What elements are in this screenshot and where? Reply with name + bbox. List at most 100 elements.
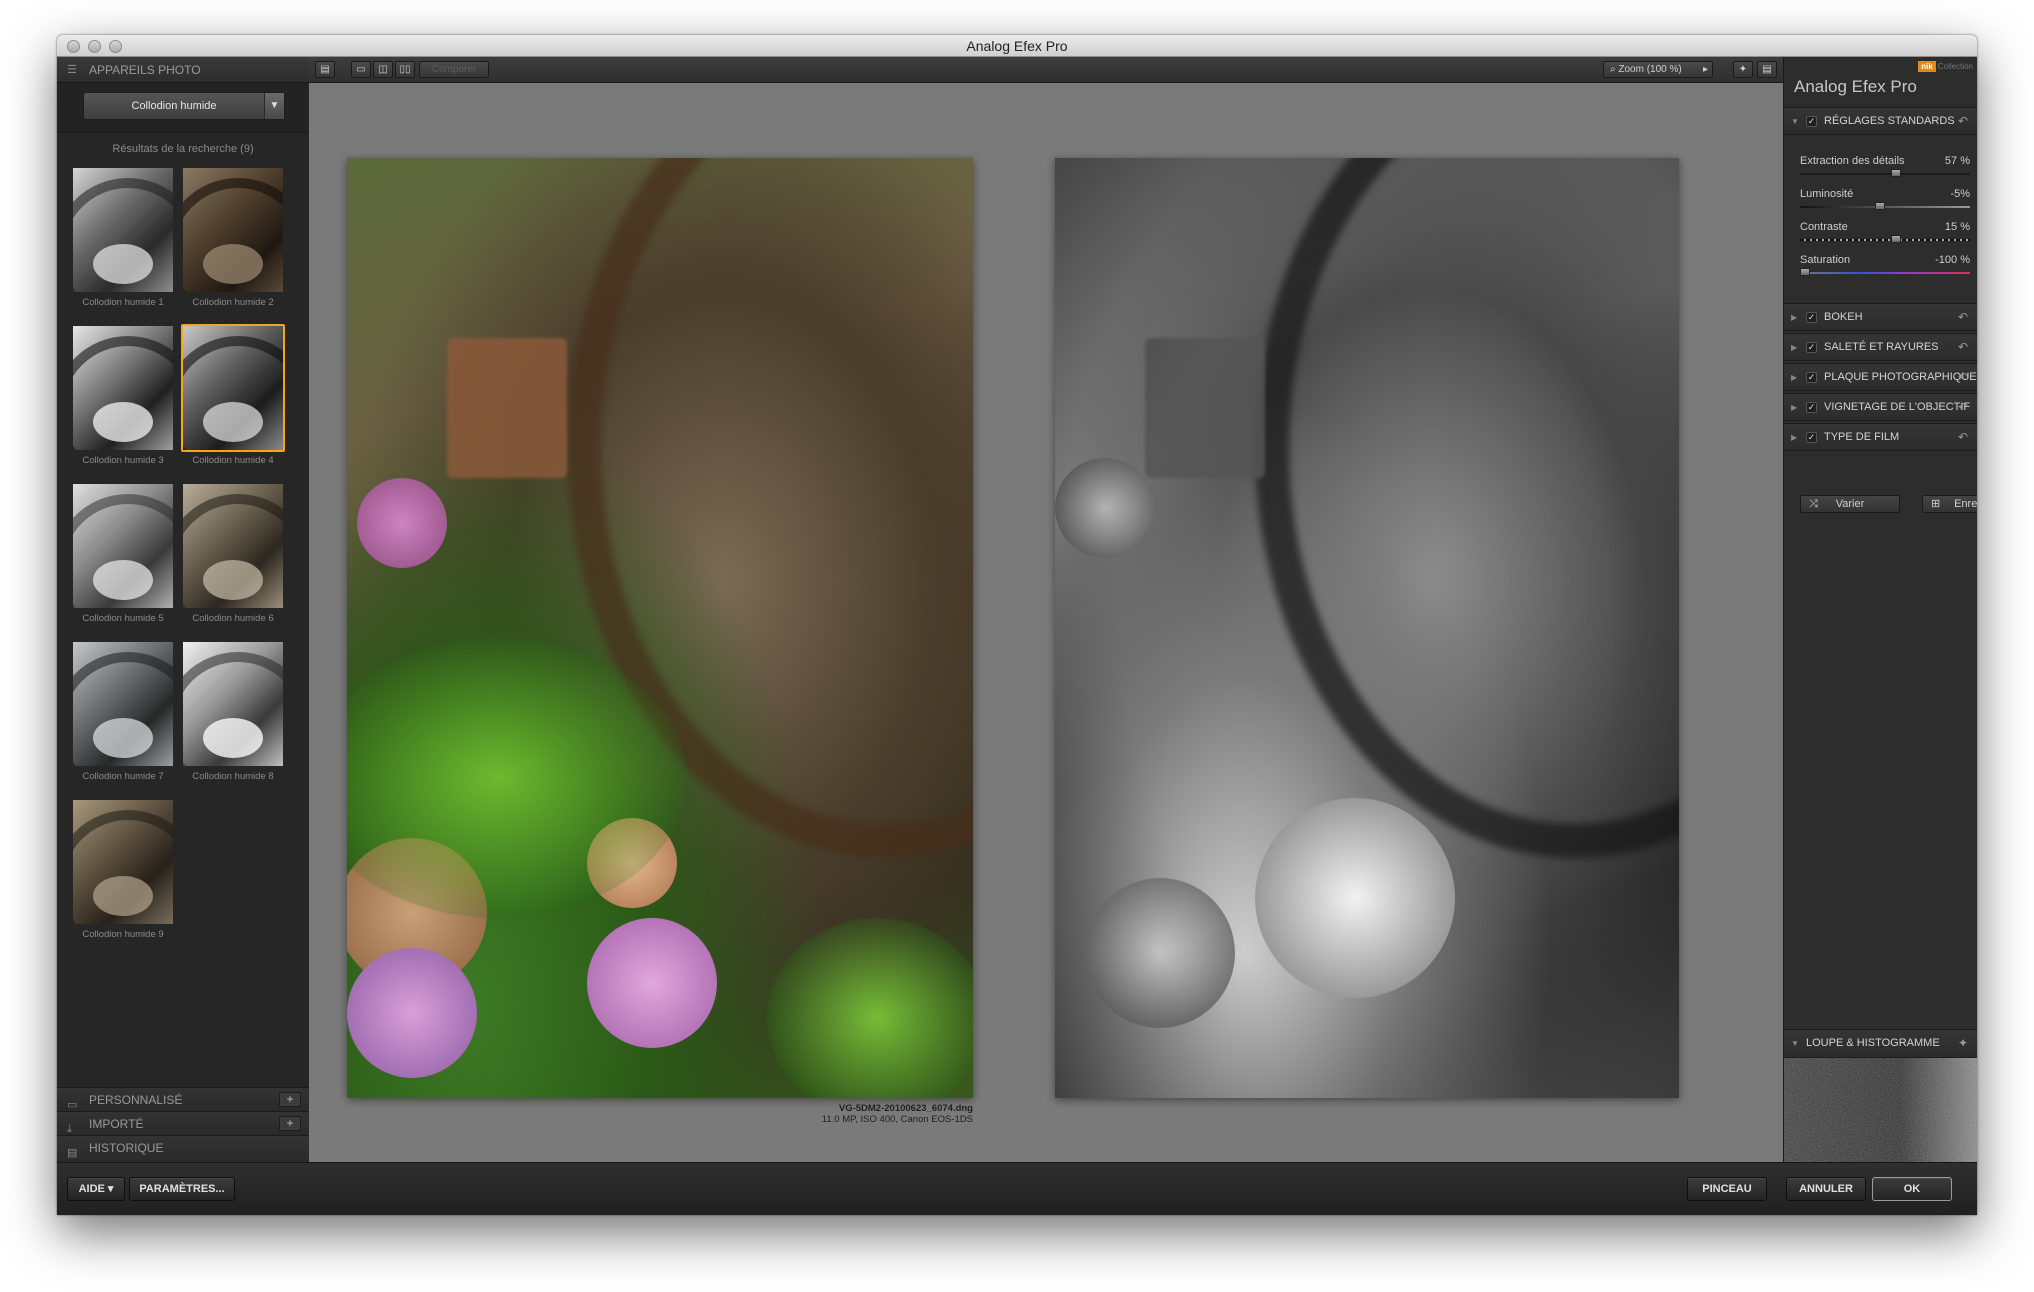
slider-saturation[interactable]: Saturation -100 % bbox=[1800, 254, 1970, 276]
toggle-right-panel-button[interactable]: ▤ bbox=[1757, 61, 1777, 78]
triangle-right-icon: ▶ bbox=[1791, 433, 1798, 442]
flower-shape bbox=[357, 478, 447, 568]
thumbnail-label: Collodion humide 8 bbox=[192, 771, 274, 782]
filename: VG-5DM2-20100623_6074.dng bbox=[838, 1103, 973, 1114]
section-enable-checkbox[interactable]: ✓ bbox=[1806, 432, 1817, 443]
preset-thumbnail[interactable] bbox=[71, 798, 175, 926]
loupe-tool-icon[interactable]: ✦ bbox=[1733, 61, 1753, 78]
save-label: Enregistrer bbox=[1954, 498, 1977, 510]
custom-section-header[interactable]: ▭ PERSONNALISÉ + bbox=[57, 1087, 309, 1111]
zoom-control[interactable]: ⌕ Zoom (100 %) ▸ bbox=[1603, 61, 1713, 78]
section-lens-vignette[interactable]: ▶ ✓ VIGNETAGE DE L'OBJECTIF ↶ bbox=[1784, 393, 1977, 421]
preset-thumbnail[interactable] bbox=[181, 640, 285, 768]
imported-section-header[interactable]: ⤓ IMPORTÉ + bbox=[57, 1111, 309, 1135]
reset-icon[interactable]: ↶ bbox=[1958, 304, 1968, 331]
slider-track[interactable] bbox=[1800, 272, 1970, 274]
split-view-icon[interactable]: ◫ bbox=[373, 61, 393, 78]
processed-image[interactable] bbox=[1055, 158, 1679, 1098]
foliage-shape bbox=[767, 918, 973, 1098]
bottom-bar: AIDE ▾ PARAMÈTRES... PINCEAU ANNULER OK bbox=[57, 1162, 1977, 1215]
section-bokeh[interactable]: ▶ ✓ BOKEH ↶ bbox=[1784, 303, 1977, 331]
title-bar: Analog Efex Pro bbox=[57, 35, 1977, 57]
zoom-window-button[interactable] bbox=[109, 40, 122, 53]
pin-icon[interactable]: ✦ bbox=[1958, 1030, 1968, 1057]
settings-panel: nik Collection Analog Efex Pro ▼ ✓ RÉGLAG… bbox=[1783, 57, 1977, 1162]
history-section-header[interactable]: ▤ HISTORIQUE bbox=[57, 1135, 309, 1162]
thumbnail-label: Collodion humide 5 bbox=[82, 613, 164, 624]
preset-thumbnail[interactable] bbox=[71, 640, 175, 768]
section-enable-checkbox[interactable]: ✓ bbox=[1806, 372, 1817, 383]
window-controls bbox=[67, 40, 122, 53]
slider-brightness[interactable]: Luminosité -5% bbox=[1800, 188, 1970, 210]
section-enable-checkbox[interactable]: ✓ bbox=[1806, 116, 1817, 127]
save-preset-button[interactable]: ⊞ Enregistrer bbox=[1922, 495, 1977, 513]
reset-icon[interactable]: ↶ bbox=[1958, 364, 1968, 391]
add-imported-button[interactable]: + bbox=[279, 1116, 301, 1131]
vignette-overlay bbox=[1055, 158, 1679, 1098]
flower-shape bbox=[587, 918, 717, 1048]
zoom-label: Zoom (100 %) bbox=[1618, 64, 1682, 75]
section-enable-checkbox[interactable]: ✓ bbox=[1806, 342, 1817, 353]
custom-section-label: PERSONNALISÉ bbox=[89, 1093, 183, 1107]
cameras-section-label: APPAREILS PHOTO bbox=[89, 63, 201, 77]
slider-handle[interactable] bbox=[1891, 169, 1902, 177]
preset-dropdown[interactable]: Collodion humide ▼ bbox=[83, 92, 285, 120]
section-dirt-scratches[interactable]: ▶ ✓ SALETÉ ET RAYURES ↶ bbox=[1784, 333, 1977, 361]
reset-icon[interactable]: ↶ bbox=[1958, 334, 1968, 361]
slider-contrast[interactable]: Contraste 15 % bbox=[1800, 221, 1970, 243]
section-label: TYPE DE FILM bbox=[1824, 431, 1900, 443]
section-enable-checkbox[interactable]: ✓ bbox=[1806, 402, 1817, 413]
cancel-button[interactable]: ANNULER bbox=[1786, 1177, 1866, 1201]
minimize-window-button[interactable] bbox=[88, 40, 101, 53]
brush-button[interactable]: PINCEAU bbox=[1687, 1177, 1767, 1201]
preset-thumbnail[interactable] bbox=[71, 482, 175, 610]
original-image[interactable] bbox=[347, 158, 973, 1098]
loupe-image bbox=[1784, 1058, 1977, 1162]
slider-value: 15 % bbox=[1944, 221, 1970, 233]
toggle-left-panel-button[interactable]: ▤ bbox=[315, 61, 335, 78]
nik-badge: nik bbox=[1918, 61, 1936, 72]
loupe-preview[interactable] bbox=[1784, 1058, 1977, 1162]
single-view-icon[interactable]: ▭ bbox=[351, 61, 371, 78]
section-enable-checkbox[interactable]: ✓ bbox=[1806, 312, 1817, 323]
ok-button[interactable]: OK bbox=[1872, 1177, 1952, 1201]
cameras-section-header[interactable]: ☰ APPAREILS PHOTO bbox=[57, 57, 309, 83]
slider-handle[interactable] bbox=[1800, 268, 1810, 276]
section-photo-plate[interactable]: ▶ ✓ PLAQUE PHOTOGRAPHIQUE ↶ bbox=[1784, 363, 1977, 391]
preset-thumbnail[interactable] bbox=[181, 482, 285, 610]
preset-thumbnail[interactable] bbox=[71, 166, 175, 294]
section-film-type[interactable]: ▶ ✓ TYPE DE FILM ↶ bbox=[1784, 423, 1977, 451]
reset-icon[interactable]: ↶ bbox=[1958, 394, 1968, 421]
slider-value: -100 % bbox=[1935, 254, 1970, 266]
triangle-right-icon: ▶ bbox=[1791, 343, 1798, 352]
slider-handle[interactable] bbox=[1891, 235, 1902, 243]
imported-section-label: IMPORTÉ bbox=[89, 1117, 144, 1131]
preset-thumbnail[interactable] bbox=[71, 324, 175, 452]
preset-dropdown-value: Collodion humide bbox=[131, 100, 217, 112]
reset-icon[interactable]: ↶ bbox=[1958, 108, 1968, 135]
triangle-right-icon: ▶ bbox=[1791, 373, 1798, 382]
slider-detail-extraction[interactable]: Extraction des détails 57 % bbox=[1800, 155, 1970, 177]
chevron-right-icon: ▸ bbox=[1702, 64, 1708, 75]
slider-handle[interactable] bbox=[1875, 202, 1886, 210]
thumbnail-label: Collodion humide 7 bbox=[82, 771, 164, 782]
slider-track[interactable] bbox=[1800, 239, 1970, 241]
section-label: RÉGLAGES STANDARDS bbox=[1824, 115, 1955, 127]
close-window-button[interactable] bbox=[67, 40, 80, 53]
side-by-side-view-icon[interactable]: ▯▯ bbox=[395, 61, 415, 78]
help-button[interactable]: AIDE ▾ bbox=[67, 1177, 125, 1201]
slider-value: -5% bbox=[1950, 188, 1970, 200]
add-custom-button[interactable]: + bbox=[279, 1092, 301, 1107]
reset-icon[interactable]: ↶ bbox=[1958, 424, 1968, 451]
vary-button[interactable]: ⤨ Varier bbox=[1800, 495, 1900, 513]
section-label: PLAQUE PHOTOGRAPHIQUE bbox=[1824, 371, 1977, 383]
settings-button[interactable]: PARAMÈTRES... bbox=[129, 1177, 235, 1201]
loupe-histogram-section[interactable]: ▼ LOUPE & HISTOGRAMME ✦ bbox=[1784, 1029, 1977, 1058]
thumbnail-label: Collodion humide 3 bbox=[82, 455, 164, 466]
slider-track[interactable] bbox=[1800, 173, 1970, 175]
preset-thumbnail[interactable] bbox=[181, 166, 285, 294]
standard-settings-section[interactable]: ▼ ✓ RÉGLAGES STANDARDS ↶ bbox=[1784, 107, 1977, 135]
preset-thumbnail-selected[interactable] bbox=[181, 324, 285, 452]
compare-button[interactable]: Comparer bbox=[419, 61, 489, 78]
help-label: AIDE bbox=[78, 1183, 105, 1195]
